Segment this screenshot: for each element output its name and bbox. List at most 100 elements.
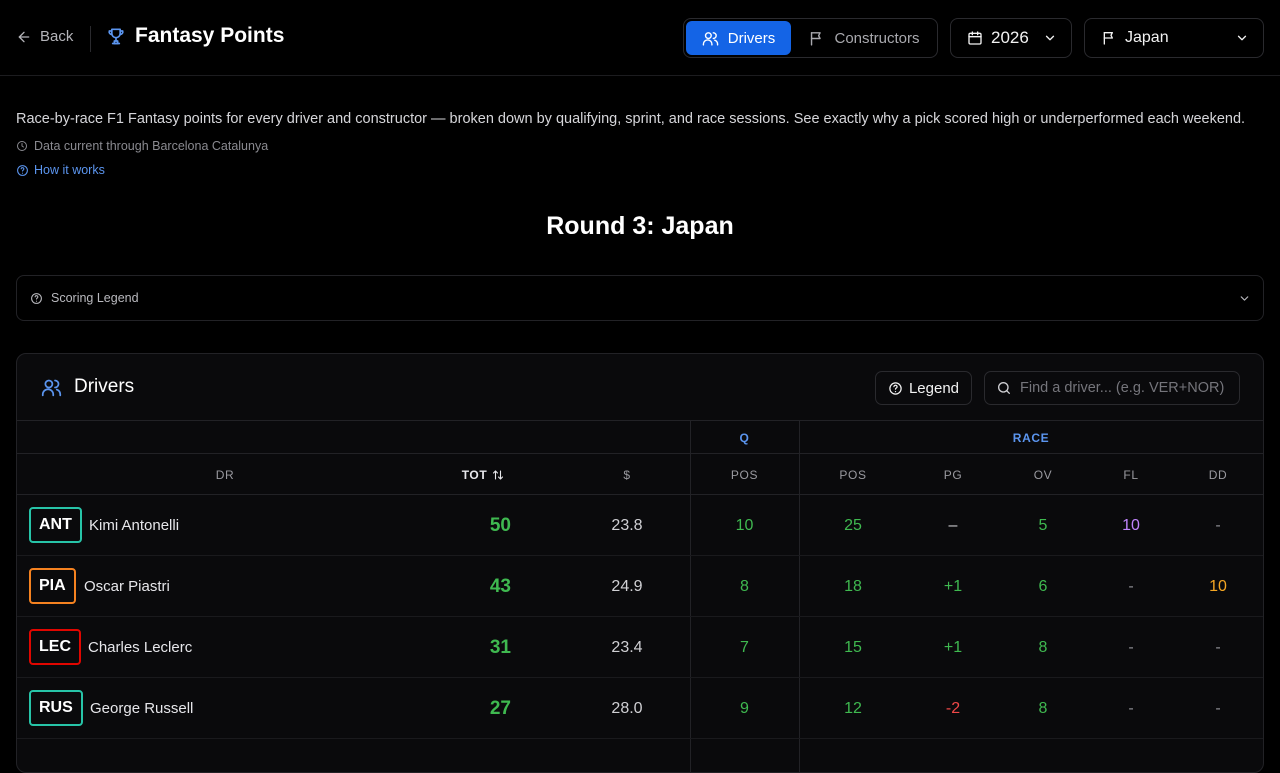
col-header-price: $ [623,467,631,482]
tab-drivers[interactable]: Drivers [686,21,791,55]
scoring-legend-label: Scoring Legend [51,291,139,305]
driver-code-badge: PIA [29,568,76,604]
q-pos-points: 9 [740,699,749,717]
pg-points: +1 [943,577,963,595]
back-button[interactable]: Back [16,28,73,45]
total-points: 43 [489,575,511,597]
tab-constructors-label: Constructors [834,29,920,47]
season-value: 2026 [991,28,1029,47]
driver-name: Charles Leclerc [88,639,193,656]
chevron-down-icon [1240,296,1249,301]
flag-icon [1103,31,1113,45]
col-header-pg: PG [943,467,963,482]
col-header-tot[interactable]: TOT [433,454,533,495]
col-header-tot-label: TOT [461,467,488,482]
view-toggle: Drivers Constructors [683,18,938,58]
col-header-race-pos: POS [839,467,867,482]
fl-points: - [1128,699,1134,717]
ov-points: 5 [1038,516,1048,534]
drivers-card-title: Drivers [41,376,134,398]
table-row[interactable]: LEC Charles Leclerc 31 23.4 7 15 +1 8 - … [17,617,1263,678]
dd-points: - [1215,638,1221,656]
legend-button[interactable]: Legend [875,371,972,405]
search-icon [998,382,1010,394]
top-header: Back Fantasy Points Drivers Constructors… [0,0,1280,76]
dd-points: - [1215,516,1221,534]
users-icon [41,379,62,396]
q-pos-points: 7 [740,638,749,656]
group-race: RACE [1012,430,1050,445]
driver-search [984,371,1240,405]
table-row[interactable]: PIA Oscar Piastri 43 24.9 8 18 +1 6 - 10 [17,556,1263,617]
trophy-icon [108,28,124,45]
driver-price: 28.0 [611,699,643,717]
ov-points: 8 [1038,638,1048,656]
driver-name: Kimi Antonelli [89,517,180,534]
group-q: Q [739,430,750,445]
driver-code-badge: LEC [29,629,81,665]
calendar-icon [968,31,982,45]
season-select[interactable]: 2026 [950,18,1072,58]
chevron-down-icon [1237,35,1247,41]
table-row[interactable]: RUS George Russell 27 28.0 9 12 -2 8 - - [17,678,1263,739]
table-row[interactable]: ANT Kimi Antonelli 50 23.8 10 25 – 5 10 … [17,495,1263,556]
scoring-legend-accordion[interactable]: Scoring Legend [16,275,1264,321]
how-it-works-link[interactable]: How it works [16,163,105,177]
driver-code-badge: RUS [29,690,83,726]
race-pos-points: 12 [844,699,862,717]
dd-points: 10 [1209,577,1227,595]
round-title: Round 3: Japan [546,212,734,240]
driver-price: 24.9 [611,577,643,595]
q-pos-points: 8 [740,577,749,595]
column-header-row: DR TOT $ POS POS PG OV FL DD [17,454,1263,495]
dd-points: - [1215,699,1221,717]
col-header-fl: FL [1123,467,1139,482]
page-title: Fantasy Points [106,24,284,48]
how-it-works-text: How it works [34,163,105,177]
total-points: 27 [489,697,511,719]
pg-points: +1 [943,638,963,656]
col-header-dd: DD [1208,467,1228,482]
driver-price: 23.4 [611,638,643,656]
col-header-ov: OV [1033,467,1053,482]
column-group-row: Q RACE [17,421,1263,454]
header-divider [90,26,91,52]
legend-button-label: Legend [908,379,960,397]
pg-points: – [948,516,958,534]
drivers-card-header: Drivers Legend [17,354,1263,421]
help-circle-icon [889,381,902,395]
q-group-divider [690,421,691,495]
total-points: 31 [489,636,511,658]
ov-points: 6 [1038,577,1048,595]
q-pos-points: 10 [735,516,754,534]
driver-search-input[interactable] [1020,380,1235,396]
help-circle-icon [17,164,28,176]
fl-points: - [1128,638,1134,656]
driver-name: George Russell [90,700,194,717]
arrow-left-icon [18,31,30,42]
race-pos-points: 18 [844,577,862,595]
col-header-dr: DR [215,467,235,482]
help-circle-icon [31,292,42,304]
grand-prix-select[interactable]: Japan [1084,18,1264,58]
fl-points: - [1128,577,1134,595]
col-header-q-pos: POS [730,467,759,482]
grand-prix-value: Japan [1125,29,1169,46]
drivers-card-title-text: Drivers [74,376,135,397]
tab-drivers-label: Drivers [727,29,776,47]
page-description: Race-by-race F1 Fantasy points for every… [16,111,1246,127]
driver-code-badge: ANT [29,507,82,543]
driver-name: Oscar Piastri [84,578,170,595]
clock-icon [17,141,27,151]
sort-icon [493,469,504,480]
ov-points: 8 [1038,699,1048,717]
data-current-note: Data current through Barcelona Catalunya [16,139,268,153]
chevron-down-icon [1045,35,1055,41]
driver-price: 23.8 [611,516,643,534]
tab-constructors[interactable]: Constructors [793,21,935,55]
race-pos-points: 25 [844,516,862,534]
back-label: Back [40,28,74,45]
fl-points: 10 [1122,516,1140,534]
data-current-text: Data current through Barcelona Catalunya [34,139,269,153]
race-group-divider [799,421,800,495]
